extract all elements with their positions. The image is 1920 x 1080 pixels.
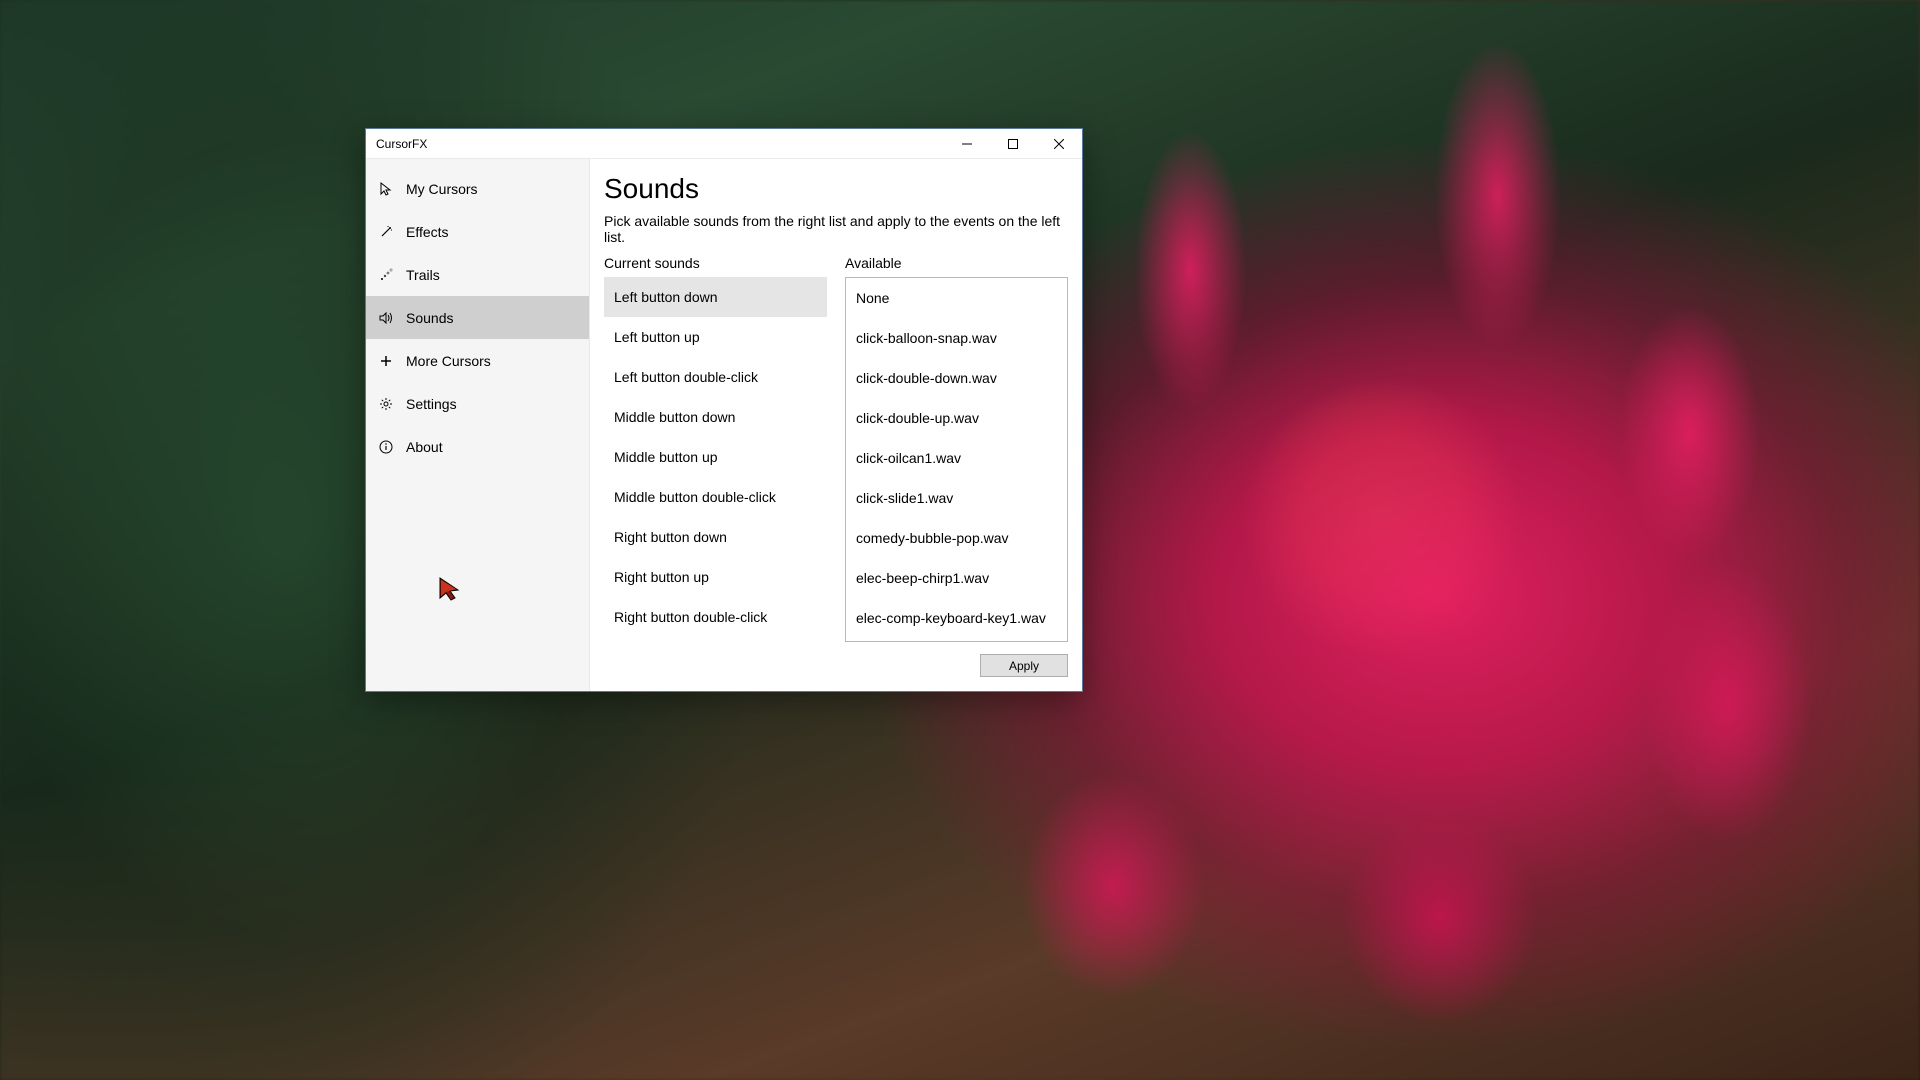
page-description: Pick available sounds from the right lis… — [604, 213, 1068, 245]
sidebar-item-label: Settings — [406, 396, 457, 412]
sidebar-item-sounds[interactable]: Sounds — [366, 296, 589, 339]
cursor-icon — [378, 181, 394, 197]
main-pane: Sounds Pick available sounds from the ri… — [590, 159, 1082, 691]
minimize-button[interactable] — [944, 129, 990, 159]
current-sound-item[interactable]: Left button double-click — [604, 357, 827, 397]
available-sound-item[interactable]: click-double-up.wav — [846, 398, 1067, 438]
sidebar-item-my-cursors[interactable]: My Cursors — [366, 167, 589, 210]
gear-icon — [378, 396, 394, 412]
current-sound-item[interactable]: Left button up — [604, 317, 827, 357]
current-sound-item[interactable]: Right button double-click — [604, 597, 827, 637]
trail-icon — [378, 267, 394, 283]
available-sounds-list[interactable]: Noneclick-balloon-snap.wavclick-double-d… — [845, 277, 1068, 642]
window-title: CursorFX — [376, 137, 427, 151]
page-title: Sounds — [604, 173, 1068, 205]
sidebar-item-label: About — [406, 439, 443, 455]
available-sound-item[interactable]: comedy-bubble-pop.wav — [846, 518, 1067, 558]
plus-icon — [378, 353, 394, 369]
available-sound-item[interactable]: click-balloon-snap.wav — [846, 318, 1067, 358]
titlebar[interactable]: CursorFX — [366, 129, 1082, 159]
info-icon — [378, 439, 394, 455]
sidebar-item-label: Trails — [406, 267, 440, 283]
maximize-button[interactable] — [990, 129, 1036, 159]
sidebar-item-label: Sounds — [406, 310, 453, 326]
available-sound-item[interactable]: elec-comp-keyboard-key1.wav — [846, 598, 1067, 638]
sidebar-item-trails[interactable]: Trails — [366, 253, 589, 296]
available-sound-item[interactable]: None — [846, 278, 1067, 318]
current-sound-item[interactable]: Middle button up — [604, 437, 827, 477]
current-sound-item[interactable]: Right button up — [604, 557, 827, 597]
sidebar-item-label: My Cursors — [406, 181, 478, 197]
current-sound-item[interactable]: Middle button down — [604, 397, 827, 437]
apply-button[interactable]: Apply — [980, 654, 1068, 677]
current-sound-item[interactable]: Right button down — [604, 517, 827, 557]
sidebar-item-about[interactable]: About — [366, 425, 589, 468]
sidebar-item-label: Effects — [406, 224, 449, 240]
available-sound-item[interactable]: click-oilcan1.wav — [846, 438, 1067, 478]
wand-icon — [378, 224, 394, 240]
available-sound-item[interactable]: elec-beep-chirp1.wav — [846, 558, 1067, 598]
app-window: CursorFX My Cursors Effects Trails Sounds Mo… — [365, 128, 1083, 692]
sidebar-item-settings[interactable]: Settings — [366, 382, 589, 425]
sidebar: My Cursors Effects Trails Sounds More Cursor… — [366, 159, 590, 691]
sidebar-item-more-cursors[interactable]: More Cursors — [366, 339, 589, 382]
current-sound-item[interactable]: Middle button double-click — [604, 477, 827, 517]
current-sound-item[interactable]: Left button down — [604, 277, 827, 317]
available-sounds-header: Available — [845, 255, 1068, 271]
current-sounds-list[interactable]: Left button downLeft button upLeft butto… — [604, 277, 827, 642]
sidebar-item-effects[interactable]: Effects — [366, 210, 589, 253]
available-sound-item[interactable]: click-slide1.wav — [846, 478, 1067, 518]
close-button[interactable] — [1036, 129, 1082, 159]
current-sounds-header: Current sounds — [604, 255, 827, 271]
available-sound-item[interactable]: click-double-down.wav — [846, 358, 1067, 398]
sound-icon — [378, 310, 394, 326]
sidebar-item-label: More Cursors — [406, 353, 491, 369]
